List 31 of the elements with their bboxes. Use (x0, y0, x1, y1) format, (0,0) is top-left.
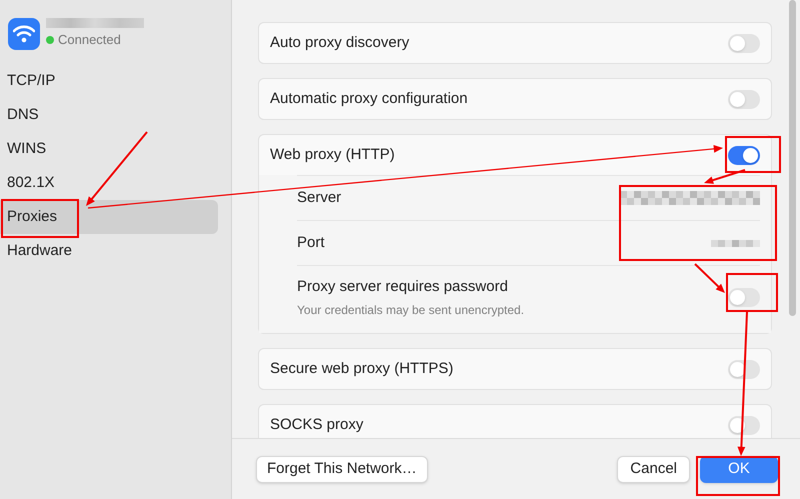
setting-label: Server (297, 188, 342, 208)
connection-status: Connected (58, 31, 121, 50)
toggle-switch[interactable] (728, 416, 760, 434)
setting-label: Port (297, 232, 325, 253)
setting-label: Proxy server requires password (297, 277, 509, 298)
annotation-arrow (694, 263, 725, 293)
setting-label: Automatic proxy configuration (270, 88, 468, 109)
toggle-switch[interactable] (728, 34, 760, 52)
sidebar-item[interactable]: Proxies (0, 200, 218, 234)
toggle-switch[interactable] (728, 146, 760, 164)
sidebar-item[interactable]: Hardware (0, 234, 218, 268)
ok-button[interactable]: OK (700, 456, 778, 482)
setting-label: Secure web proxy (HTTPS) (270, 358, 454, 379)
setting-label: Auto proxy discovery (270, 32, 410, 53)
sidebar-item[interactable]: 802.1X (0, 166, 218, 200)
highlight-frame (726, 273, 778, 312)
wifi-icon (8, 18, 40, 50)
toggle-switch[interactable] (728, 360, 760, 378)
toggle-switch[interactable] (728, 90, 760, 108)
setting-label: Web proxy (HTTP) (270, 144, 395, 165)
highlight-frame (725, 136, 781, 173)
sidebar-item[interactable]: WINS (0, 132, 218, 166)
scrollbar-thumb[interactable] (788, 0, 796, 316)
sidebar-item[interactable]: DNS (0, 98, 218, 132)
redacted-value (711, 240, 760, 246)
setting-label: SOCKS proxy (270, 414, 364, 435)
forget-network-button[interactable]: Forget This Network… (256, 456, 428, 482)
sidebar-item[interactable]: TCP/IP (0, 64, 218, 98)
cancel-button[interactable]: Cancel (617, 456, 690, 482)
toggle-switch[interactable] (728, 288, 760, 307)
setting-note: Your credentials may be sent unencrypted. (297, 302, 524, 319)
